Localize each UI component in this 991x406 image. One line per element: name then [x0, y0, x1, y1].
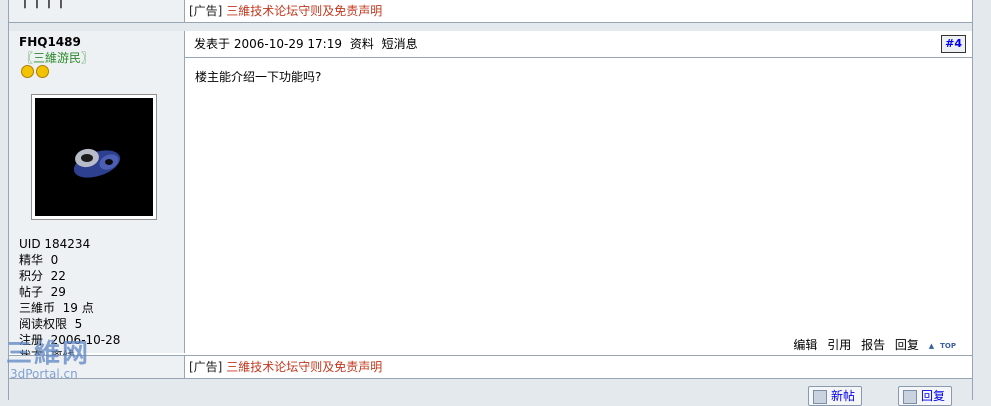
- author-name[interactable]: FHQ1489: [19, 35, 81, 49]
- site-watermark: 三維网 3dPortal.cn: [6, 340, 90, 380]
- avatar-frame: [31, 94, 157, 220]
- new-thread-icon: [813, 390, 827, 404]
- avatar: [35, 98, 153, 216]
- posted-prefix: 发表于: [194, 37, 231, 51]
- avatar-3d-logo-icon: [73, 148, 121, 178]
- stat-digest: 精华 0: [19, 253, 59, 267]
- stat-coins: 三維币 19 点: [19, 301, 94, 315]
- post-actions: 编辑 引用 报告 回复 ▲ TOP: [793, 337, 956, 353]
- edit-button[interactable]: 编辑: [793, 338, 817, 352]
- post-number[interactable]: #4: [941, 35, 966, 53]
- report-button[interactable]: 报告: [861, 338, 885, 352]
- post-author-sidebar: FHQ1489 〖三維游民〗 UID 184234 精华 0 积分 22 帖子 …: [9, 31, 185, 363]
- new-thread-button[interactable]: 新帖: [808, 386, 863, 406]
- prev-post-ad-row: [广告] 三維技术论坛守则及免责声明: [185, 0, 972, 22]
- stat-points: 积分 22: [19, 269, 66, 283]
- ad-tag: [广告]: [189, 4, 223, 18]
- thread-container: 丨丨丨丨 [广告] 三維技术论坛守则及免责声明 FHQ1489 〖三維游民〗 U: [8, 0, 973, 401]
- reply-icon: [903, 390, 917, 404]
- star-icon: [21, 65, 34, 78]
- user-stars: [21, 65, 51, 81]
- stat-read-permission: 阅读权限 5: [19, 317, 83, 331]
- stat-uid: UID 184234: [19, 237, 91, 251]
- post-content: 楼主能介绍一下功能吗?: [195, 70, 322, 84]
- posted-time: 2006-10-29 17:19: [233, 37, 342, 51]
- post-header: 发表于 2006-10-29 17:19 资料 短消息 #4: [185, 31, 972, 58]
- prev-post-cut-text: 丨丨丨丨: [19, 0, 68, 10]
- ad-link-rules[interactable]: 三維技术论坛守则及免责声明: [226, 4, 382, 18]
- star-icon: [36, 65, 49, 78]
- watermark-domain: 3dPortal.cn: [10, 367, 78, 381]
- pm-link[interactable]: 短消息: [382, 37, 418, 51]
- profile-link[interactable]: 资料: [350, 37, 374, 51]
- new-reply-button[interactable]: 回复: [898, 386, 953, 406]
- watermark-logo-text: 三維网: [6, 339, 91, 369]
- post-ad-row: [广告] 三維技术论坛守则及免责声明: [185, 355, 972, 378]
- back-to-top-icon[interactable]: ▲ TOP: [929, 338, 956, 354]
- user-title: 〖三維游民〗: [21, 51, 94, 65]
- stat-posts: 帖子 29: [19, 285, 66, 299]
- ad-tag: [广告]: [189, 360, 223, 374]
- ad-link-rules[interactable]: 三維技术论坛守则及免责声明: [226, 360, 382, 374]
- reply-button[interactable]: 回复: [895, 338, 919, 352]
- prev-post-sidebar: 丨丨丨丨: [9, 0, 185, 22]
- quote-button[interactable]: 引用: [827, 338, 851, 352]
